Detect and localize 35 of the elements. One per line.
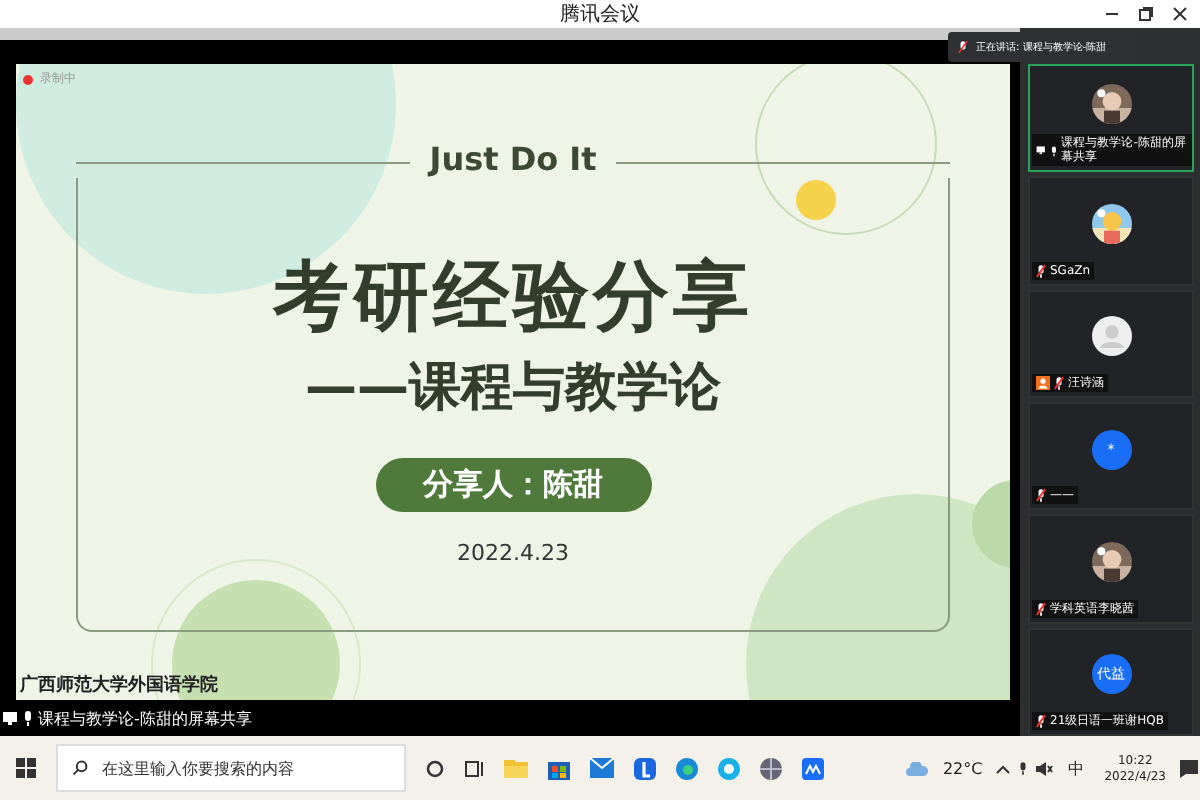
screen-share-icon — [1036, 144, 1046, 157]
temperature[interactable]: 22°C — [942, 759, 983, 777]
chevron-up-icon[interactable] — [996, 763, 1011, 773]
decorative-dot — [796, 180, 836, 220]
search-icon — [72, 760, 88, 776]
slide-date: 2022.4.23 — [457, 540, 569, 566]
input-method[interactable]: 中 — [1068, 757, 1085, 779]
presenter-badge: 分享人：陈甜 — [375, 458, 651, 512]
window-title: 腾讯会议 — [560, 1, 640, 28]
slide-subtitle: ——课程与教学论 — [305, 356, 721, 422]
screen-share-label: 课程与教学论-陈甜的屏幕共享 — [38, 707, 252, 729]
windows-start-icon[interactable] — [16, 758, 36, 778]
record-icon — [22, 73, 34, 85]
speaker-icon[interactable] — [1036, 761, 1055, 775]
user-avatar-icon — [1091, 316, 1131, 357]
screen-share-icon — [2, 710, 18, 726]
microphone-icon[interactable] — [1018, 760, 1029, 776]
search-field[interactable]: 在这里输入你要搜索的内容 — [56, 744, 406, 792]
microphone-icon — [22, 710, 34, 726]
muted-microphone-icon — [958, 40, 968, 54]
close-icon[interactable] — [1172, 6, 1188, 22]
slide-tagline: Just Do It — [429, 140, 597, 178]
task-view-icon[interactable] — [464, 759, 484, 777]
app-icon[interactable] — [634, 757, 656, 779]
meeting-app-icon[interactable] — [802, 757, 824, 779]
restore-icon[interactable] — [1138, 6, 1154, 22]
browser-icon[interactable] — [676, 757, 698, 779]
circle-icon[interactable] — [426, 759, 444, 777]
globe-icon[interactable] — [760, 757, 782, 779]
slide-title: 考研经验分享 — [273, 250, 753, 344]
notification-icon[interactable] — [1180, 759, 1198, 777]
store-icon[interactable] — [548, 757, 570, 779]
slide-footer: 广西师范大学外国语学院 — [20, 672, 950, 698]
user-icon — [1036, 375, 1050, 390]
mail-icon[interactable] — [590, 758, 614, 778]
